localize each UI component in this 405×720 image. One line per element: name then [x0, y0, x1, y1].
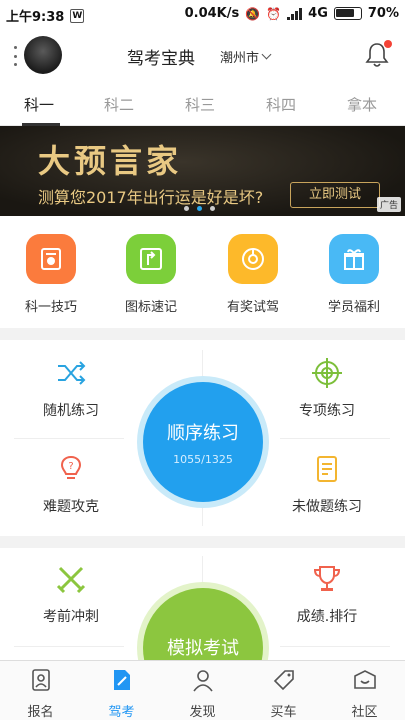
- status-time: 上午9:38: [6, 10, 65, 25]
- tab-subject-2[interactable]: 科二: [104, 94, 134, 115]
- alarm-icon: ⏰: [266, 6, 282, 21]
- steering-wheel-icon: [228, 234, 278, 284]
- tab-subject-1[interactable]: 科一: [24, 94, 54, 115]
- trophy-icon: [313, 566, 341, 591]
- sprint-label: 考前冲刺: [43, 609, 99, 625]
- signal-icon: [287, 7, 303, 20]
- divider: [280, 438, 390, 439]
- random-practice-button[interactable]: 随机练习: [16, 356, 126, 420]
- tab-subject-3[interactable]: 科三: [185, 94, 215, 115]
- mute-icon: 🔕: [245, 6, 261, 21]
- mock-exam-label: 模拟考试: [167, 638, 239, 659]
- document-icon: [317, 456, 337, 482]
- avatar[interactable]: [24, 36, 62, 74]
- quick-link-label: 科一技巧: [24, 300, 77, 315]
- app-header: 驾考宝典 潮州市: [0, 30, 405, 82]
- battery-level: 70%: [367, 6, 399, 21]
- city-selector[interactable]: 潮州市: [220, 47, 272, 66]
- nav-label: 社区: [351, 705, 378, 720]
- community-icon: [353, 670, 376, 689]
- nav-item-discover[interactable]: 发现: [162, 667, 243, 720]
- shuffle-icon: [58, 361, 86, 385]
- banner-subtitle: 测算您2017年出行运是好是坏?: [38, 188, 264, 207]
- sprint-button[interactable]: 考前冲刺: [16, 562, 126, 626]
- driving-exam-icon: [113, 670, 130, 690]
- nav-label: 发现: [189, 705, 216, 720]
- nav-item-signup[interactable]: 报名: [0, 667, 81, 720]
- sequential-practice-button[interactable]: 顺序练习 1055/1325: [137, 376, 269, 508]
- nav-label: 报名: [27, 705, 54, 720]
- quick-link-welfare[interactable]: 学员福利: [309, 234, 399, 315]
- banner-title: 大预言家: [38, 142, 183, 180]
- buy-car-icon: [273, 670, 294, 691]
- quick-link-tips[interactable]: 科一技巧: [6, 234, 96, 315]
- lightbulb-question-icon: ?: [60, 455, 82, 479]
- divider: [14, 438, 124, 439]
- random-practice-label: 随机练习: [43, 403, 99, 419]
- tab-subject-4[interactable]: 科四: [266, 94, 296, 115]
- quick-links: 科一技巧 图标速记 有奖试驾 学员福利: [0, 216, 405, 328]
- tab-get-license[interactable]: 拿本: [347, 94, 377, 115]
- network-speed: 0.04K/s: [184, 6, 240, 21]
- tips-icon: [26, 234, 76, 284]
- chevron-down-icon: [261, 49, 272, 60]
- quick-link-label: 有奖试驾: [226, 300, 279, 315]
- ranking-label: 成绩.排行: [296, 609, 358, 625]
- app-screen: 上午9:38 W 0.04K/s 🔕 ⏰ 4G 70% 驾考宝典 潮州市 科一: [0, 0, 405, 720]
- ad-tag: 广告: [376, 197, 401, 212]
- quick-link-label: 学员福利: [327, 300, 380, 315]
- carousel-indicator: [184, 206, 215, 211]
- discover-icon: [192, 670, 213, 692]
- sign-icon: [126, 234, 176, 284]
- difficult-practice-label: 难题攻克: [43, 499, 99, 515]
- ad-banner[interactable]: 大预言家 测算您2017年出行运是好是坏? 立即测试 广告: [0, 126, 405, 216]
- undone-practice-button[interactable]: 未做题练习: [272, 452, 382, 516]
- app-notification-icon: W: [70, 8, 85, 23]
- ranking-button[interactable]: 成绩.排行: [272, 562, 382, 626]
- target-icon: [312, 358, 342, 388]
- signup-icon: [31, 669, 50, 691]
- banner-test-button[interactable]: 立即测试: [290, 182, 380, 208]
- divider: [14, 646, 124, 647]
- menu-dots-icon[interactable]: [14, 46, 18, 66]
- quick-link-label: 图标速记: [124, 300, 177, 315]
- network-type: 4G: [308, 6, 328, 21]
- bottom-nav: 报名 驾考 发现 买车 社区: [0, 660, 405, 720]
- nav-item-community[interactable]: 社区: [324, 667, 405, 720]
- divider: [280, 646, 390, 647]
- special-practice-button[interactable]: 专项练习: [272, 356, 382, 420]
- crossed-swords-icon: [56, 566, 86, 594]
- page-title: 驾考宝典: [127, 49, 195, 69]
- nav-item-buy-car[interactable]: 买车: [243, 667, 324, 720]
- sequential-practice-label: 顺序练习: [167, 422, 239, 444]
- notification-badge: [384, 40, 392, 48]
- sequential-practice-count: 1055/1325: [173, 452, 233, 466]
- svg-text:?: ?: [68, 461, 73, 472]
- special-practice-label: 专项练习: [299, 403, 355, 419]
- nav-item-driving-exam[interactable]: 驾考: [81, 667, 162, 720]
- nav-label: 买车: [270, 705, 297, 720]
- quick-link-test-drive[interactable]: 有奖试驾: [208, 234, 298, 315]
- battery-icon: [333, 7, 362, 20]
- quick-link-signs[interactable]: 图标速记: [106, 234, 196, 315]
- gift-icon: [329, 234, 379, 284]
- subject-tabs: 科一 科二 科三 科四 拿本: [0, 82, 405, 126]
- city-label: 潮州市: [220, 51, 260, 66]
- difficult-practice-button[interactable]: ? 难题攻克: [16, 452, 126, 516]
- status-bar: 上午9:38 W 0.04K/s 🔕 ⏰ 4G 70%: [0, 0, 405, 30]
- undone-practice-label: 未做题练习: [292, 499, 362, 515]
- nav-label: 驾考: [108, 705, 135, 720]
